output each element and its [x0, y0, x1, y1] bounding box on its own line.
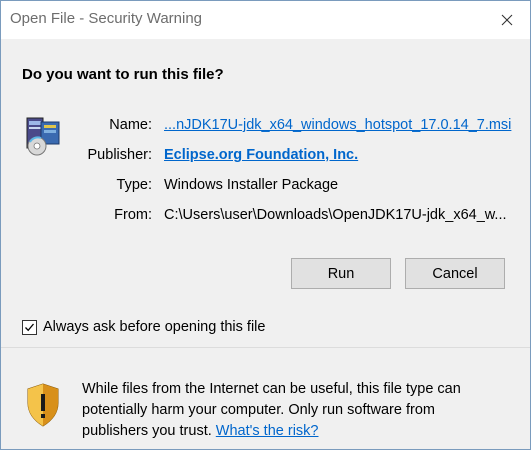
file-name-link[interactable]: ...nJDK17U-jdk_x64_windows_hotspot_17.0.…: [164, 117, 511, 133]
close-button[interactable]: [484, 1, 530, 39]
cancel-button[interactable]: Cancel: [405, 258, 505, 289]
type-label: Type:: [116, 177, 152, 193]
always-ask-checkbox-row[interactable]: Always ask before opening this file: [22, 319, 265, 335]
whats-the-risk-link[interactable]: What's the risk?: [216, 423, 319, 439]
title-bar[interactable]: Open File - Security Warning: [1, 1, 530, 39]
warning-panel: While files from the Internet can be use…: [1, 348, 530, 449]
name-label: Name:: [109, 117, 152, 133]
file-info-panel: Do you want to run this file? Name: ...n…: [1, 39, 530, 347]
close-icon: [501, 14, 513, 26]
from-value: C:\Users\user\Downloads\OpenJDK17U-jdk_x…: [164, 207, 507, 223]
warning-text: While files from the Internet can be use…: [82, 379, 502, 442]
from-label: From:: [114, 207, 152, 223]
run-button[interactable]: Run: [291, 258, 391, 289]
always-ask-checkbox[interactable]: [22, 319, 37, 335]
publisher-label: Publisher:: [87, 147, 152, 163]
always-ask-label: Always ask before opening this file: [43, 319, 266, 335]
shield-warning-icon: [27, 383, 59, 427]
installer-package-icon: [26, 117, 60, 156]
security-warning-dialog: Open File - Security Warning Do you want…: [0, 0, 531, 450]
type-value: Windows Installer Package: [164, 177, 339, 193]
publisher-link[interactable]: Eclipse.org Foundation, Inc.: [164, 147, 358, 163]
dialog-heading: Do you want to run this file?: [22, 66, 224, 83]
window-title: Open File - Security Warning: [10, 10, 203, 27]
checkmark-icon: [25, 323, 34, 331]
